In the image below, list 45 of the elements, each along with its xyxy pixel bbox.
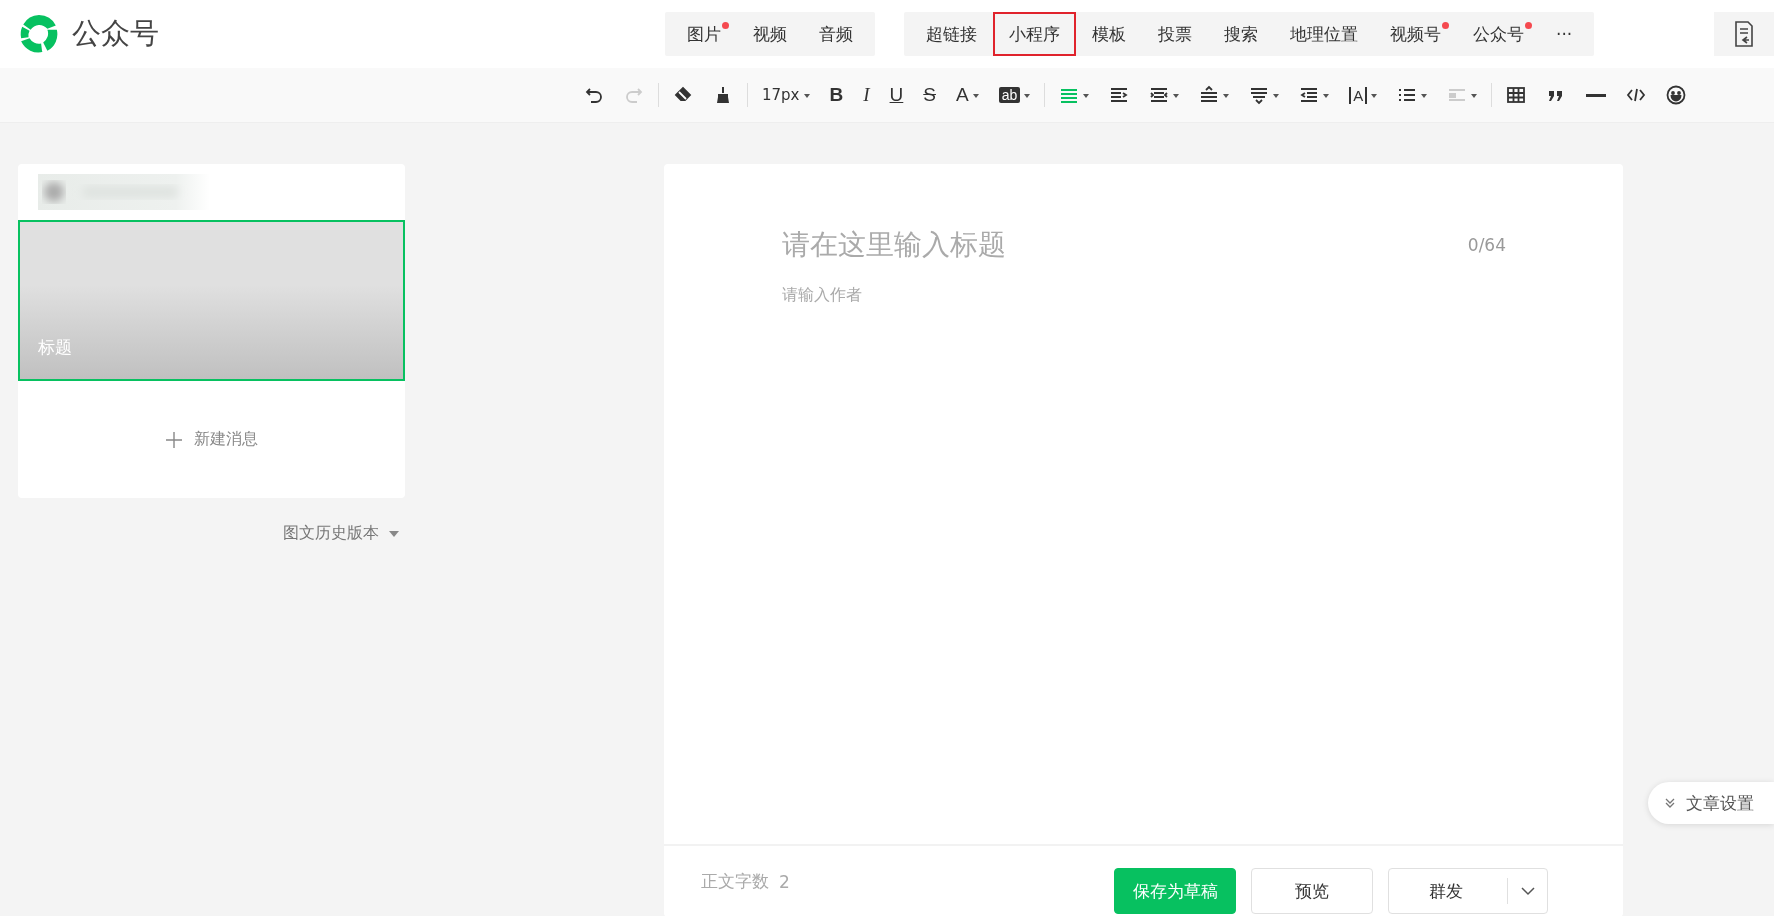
font-size-select[interactable]: 17px	[756, 79, 816, 111]
insert-button[interactable]: 公众号	[1457, 12, 1540, 56]
undo-icon	[584, 85, 604, 105]
format-button[interactable]: ab	[992, 79, 1037, 111]
format-button[interactable]: S	[917, 79, 942, 111]
outdent-icon	[1299, 85, 1320, 105]
insert-button[interactable]: 投票	[1142, 12, 1208, 56]
format-button[interactable]: A	[1343, 79, 1384, 111]
preview-button[interactable]: 预览	[1251, 868, 1373, 914]
insert-button[interactable]: 视频	[737, 12, 803, 56]
insert-button[interactable]: 音频	[803, 12, 869, 56]
insert-button[interactable]: 图片	[671, 12, 737, 56]
chevron-down-icon	[1521, 886, 1535, 896]
insert-button[interactable]: ···	[1540, 12, 1589, 56]
plus-icon	[165, 431, 182, 448]
format-button[interactable]: A	[950, 79, 985, 111]
document-icon	[1734, 21, 1754, 47]
word-count: 2	[779, 871, 790, 892]
insert-button[interactable]: 小程序	[993, 12, 1076, 56]
insert-button[interactable]: 地理位置	[1274, 12, 1374, 56]
character-counter: 0/64	[1467, 234, 1506, 255]
indent-icon	[1109, 85, 1130, 105]
word-count-label: 正文字数	[701, 870, 769, 893]
publish-button[interactable]: 群发	[1388, 868, 1548, 914]
double-chevron-icon	[1664, 797, 1676, 809]
emoji-icon	[1666, 85, 1687, 105]
center-align-icon	[1149, 85, 1170, 105]
history-dropdown[interactable]: 图文历史版本	[277, 522, 405, 545]
insert-button[interactable]: 模板	[1076, 12, 1142, 56]
format-button[interactable]: U	[883, 79, 910, 111]
horizontal-rule-icon	[1586, 93, 1607, 97]
redo-icon	[624, 85, 644, 105]
insert-button[interactable]: 超链接	[910, 12, 993, 56]
brand-name: 公众号	[72, 15, 159, 52]
paragraph-spacing-icon	[1249, 85, 1270, 105]
new-message-button[interactable]: 新建消息	[18, 381, 405, 498]
line-height-icon	[1199, 85, 1220, 105]
table-icon	[1506, 85, 1527, 105]
article-settings-button[interactable]: 文章设置	[1648, 782, 1774, 824]
format-button[interactable]: I	[857, 79, 876, 111]
logo-icon	[18, 13, 60, 55]
insert-button[interactable]: 视频号	[1374, 12, 1457, 56]
insert-button[interactable]: 搜索	[1208, 12, 1274, 56]
sidebar-toggle-button[interactable]	[1714, 12, 1774, 56]
format-button[interactable]: B	[823, 79, 850, 111]
